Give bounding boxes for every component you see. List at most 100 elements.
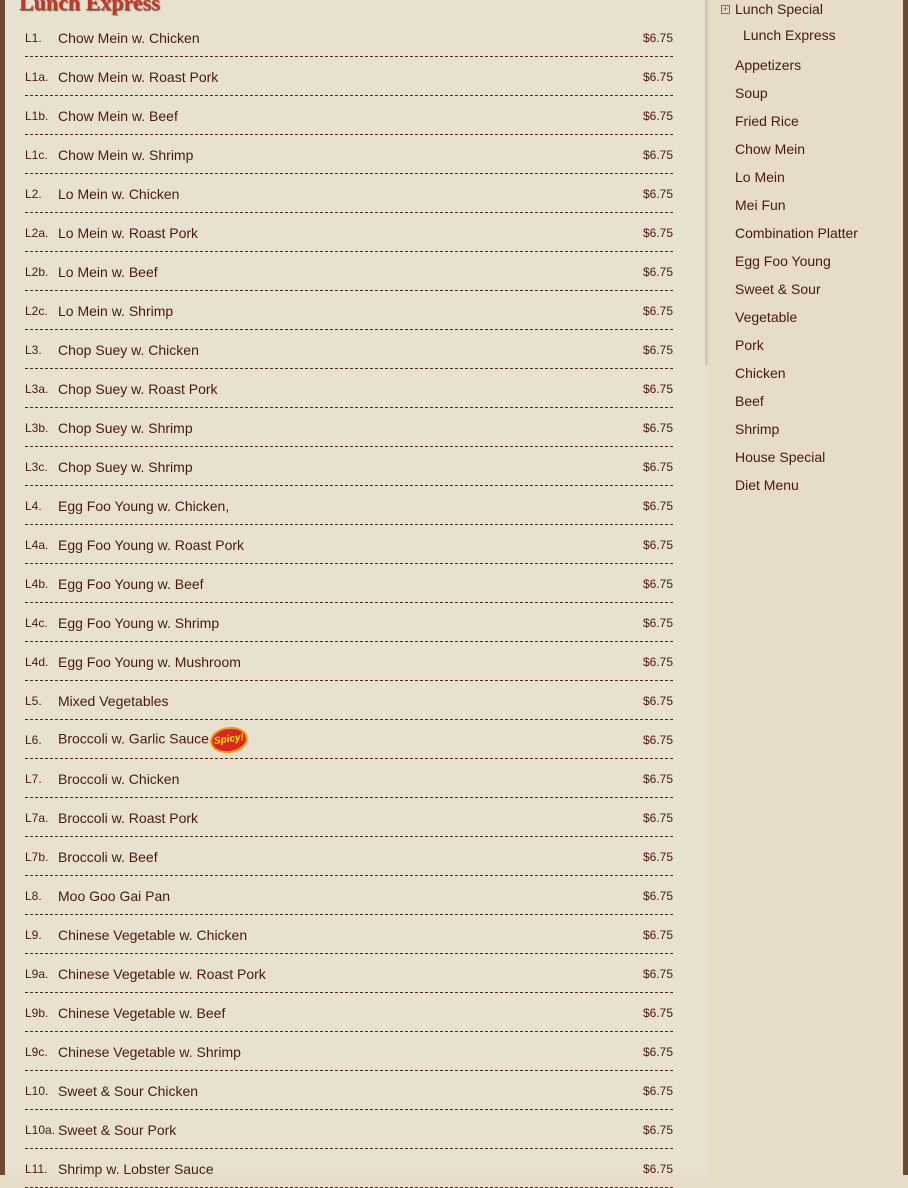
menu-item-row[interactable]: L4d. Egg Foo Young w. Mushroom $6.75 bbox=[25, 642, 673, 681]
item-name[interactable]: Moo Goo Gai Pan bbox=[58, 888, 170, 904]
sidebar-category-link[interactable]: Appetizers bbox=[735, 57, 801, 73]
item-name[interactable]: Broccoli w. Roast Pork bbox=[58, 810, 198, 826]
item-name[interactable]: Chinese Vegetable w. Beef bbox=[58, 1005, 225, 1021]
item-name[interactable]: Egg Foo Young w. Chicken, bbox=[58, 498, 229, 514]
item-code: L10a. bbox=[25, 1123, 56, 1137]
item-name[interactable]: Broccoli w. Chicken bbox=[58, 771, 179, 787]
menu-item-row[interactable]: L4c. Egg Foo Young w. Shrimp $6.75 bbox=[25, 603, 673, 642]
item-name[interactable]: Broccoli w. Garlic Sauce bbox=[58, 731, 209, 747]
sidebar-category-link[interactable]: Egg Foo Young bbox=[735, 253, 831, 269]
menu-item-row[interactable]: L1. Chow Mein w. Chicken $6.75 bbox=[25, 18, 673, 57]
menu-item-row[interactable]: L3b. Chop Suey w. Shrimp $6.75 bbox=[25, 408, 673, 447]
item-price: $6.75 bbox=[642, 109, 673, 123]
menu-item-row[interactable]: L6. Broccoli w. Garlic Sauce Spicy! $6.75 bbox=[25, 720, 673, 759]
item-code: L10. bbox=[25, 1084, 49, 1098]
menu-item-row[interactable]: L8. Moo Goo Gai Pan $6.75 bbox=[25, 876, 673, 915]
item-name[interactable]: Egg Foo Young w. Shrimp bbox=[58, 615, 219, 631]
menu-item-row[interactable]: L2. Lo Mein w. Chicken $6.75 bbox=[25, 174, 673, 213]
item-name[interactable]: Chop Suey w. Shrimp bbox=[58, 459, 193, 475]
menu-item-row[interactable]: L9b. Chinese Vegetable w. Beef $6.75 bbox=[25, 993, 673, 1032]
sidebar-item-lunch-special[interactable]: Lunch Special bbox=[735, 1, 823, 17]
spicy-icon: Spicy! bbox=[210, 726, 248, 754]
item-name[interactable]: Broccoli w. Beef bbox=[58, 849, 158, 865]
item-code: L7b. bbox=[25, 850, 49, 864]
item-name[interactable]: Lo Mein w. Shrimp bbox=[58, 303, 173, 319]
sidebar-category-link[interactable]: Soup bbox=[735, 85, 768, 101]
item-name[interactable]: Chop Suey w. Shrimp bbox=[58, 420, 193, 436]
item-name[interactable]: Chop Suey w. Roast Pork bbox=[58, 381, 218, 397]
menu-item-row[interactable]: L3. Chop Suey w. Chicken $6.75 bbox=[25, 330, 673, 369]
menu-item-row[interactable]: L7. Broccoli w. Chicken $6.75 bbox=[25, 759, 673, 798]
sidebar-category-link[interactable]: Vegetable bbox=[735, 309, 797, 325]
item-name[interactable]: Chow Mein w. Beef bbox=[58, 108, 178, 124]
item-name[interactable]: Egg Foo Young w. Beef bbox=[58, 576, 204, 592]
menu-item-row[interactable]: L2a. Lo Mein w. Roast Pork $6.75 bbox=[25, 213, 673, 252]
sidebar-category-link[interactable]: Beef bbox=[735, 393, 764, 409]
item-name[interactable]: Lo Mein w. Beef bbox=[58, 264, 158, 280]
sidebar-category-link[interactable]: Combination Platter bbox=[735, 225, 858, 241]
item-name[interactable]: Chinese Vegetable w. Chicken bbox=[58, 927, 247, 943]
sidebar-category-link[interactable]: Diet Menu bbox=[735, 477, 799, 493]
item-code: L9b. bbox=[25, 1006, 49, 1020]
menu-item-row[interactable]: L2c. Lo Mein w. Shrimp $6.75 bbox=[25, 291, 673, 330]
item-name[interactable]: Chinese Vegetable w. Shrimp bbox=[58, 1044, 241, 1060]
item-code: L4b. bbox=[25, 577, 49, 591]
menu-item-row[interactable]: L7b. Broccoli w. Beef $6.75 bbox=[25, 837, 673, 876]
menu-item-row[interactable]: L2b. Lo Mein w. Beef $6.75 bbox=[25, 252, 673, 291]
sidebar-category-link[interactable]: Shrimp bbox=[735, 421, 779, 437]
page-title: Lunch Express bbox=[19, 0, 160, 15]
item-name[interactable]: Lo Mein w. Chicken bbox=[58, 186, 179, 202]
sidebar-category-link[interactable]: Fried Rice bbox=[735, 113, 799, 129]
item-name[interactable]: Chow Mein w. Chicken bbox=[58, 30, 200, 46]
menu-item-row[interactable]: L9. Chinese Vegetable w. Chicken $6.75 bbox=[25, 915, 673, 954]
item-code: L4. bbox=[25, 499, 42, 513]
menu-item-row[interactable]: L1c. Chow Mein w. Shrimp $6.75 bbox=[25, 135, 673, 174]
sidebar-category-link[interactable]: Sweet & Sour bbox=[735, 281, 821, 297]
item-name[interactable]: Chinese Vegetable w. Roast Pork bbox=[58, 966, 266, 982]
item-price: $6.75 bbox=[642, 538, 673, 552]
item-code: L3a. bbox=[25, 382, 49, 396]
menu-item-row[interactable]: L4b. Egg Foo Young w. Beef $6.75 bbox=[25, 564, 673, 603]
menu-item-row[interactable]: L10. Sweet & Sour Chicken $6.75 bbox=[25, 1071, 673, 1110]
sidebar-category-link[interactable]: Pork bbox=[735, 337, 764, 353]
expand-icon[interactable]: + bbox=[721, 5, 730, 14]
item-name[interactable]: Sweet & Sour Chicken bbox=[58, 1083, 198, 1099]
item-price: $6.75 bbox=[642, 1045, 673, 1059]
item-price: $6.75 bbox=[642, 694, 673, 708]
item-code: L8. bbox=[25, 889, 42, 903]
menu-item-row[interactable]: L9c. Chinese Vegetable w. Shrimp $6.75 bbox=[25, 1032, 673, 1071]
item-name[interactable]: Chow Mein w. Roast Pork bbox=[58, 69, 218, 85]
right-frame bbox=[903, 0, 908, 1175]
item-name[interactable]: Egg Foo Young w. Roast Pork bbox=[58, 537, 244, 553]
menu-item-row[interactable]: L5. Mixed Vegetables $6.75 bbox=[25, 681, 673, 720]
item-code: L4a. bbox=[25, 538, 49, 552]
sidebar-category-link[interactable]: Chow Mein bbox=[735, 141, 805, 157]
menu-item-row[interactable]: L3a. Chop Suey w. Roast Pork $6.75 bbox=[25, 369, 673, 408]
item-code: L6. bbox=[25, 733, 42, 747]
item-name[interactable]: Sweet & Sour Pork bbox=[58, 1122, 176, 1138]
sidebar-category-link[interactable]: Chicken bbox=[735, 365, 786, 381]
menu-item-row[interactable]: L1b. Chow Mein w. Beef $6.75 bbox=[25, 96, 673, 135]
menu-item-row[interactable]: L10a. Sweet & Sour Pork $6.75 bbox=[25, 1110, 673, 1149]
item-name[interactable]: Chop Suey w. Chicken bbox=[58, 342, 199, 358]
sidebar-category-link[interactable]: Mei Fun bbox=[735, 197, 786, 213]
menu-item-row[interactable]: L1a. Chow Mein w. Roast Pork $6.75 bbox=[25, 57, 673, 96]
menu-item-row[interactable]: L7a. Broccoli w. Roast Pork $6.75 bbox=[25, 798, 673, 837]
item-name[interactable]: Egg Foo Young w. Mushroom bbox=[58, 654, 241, 670]
item-name[interactable]: Mixed Vegetables bbox=[58, 693, 169, 709]
menu-item-row[interactable]: L4. Egg Foo Young w. Chicken, $6.75 bbox=[25, 486, 673, 525]
item-name[interactable]: Chow Mein w. Shrimp bbox=[58, 147, 193, 163]
sidebar-category-link[interactable]: Lo Mein bbox=[735, 169, 785, 185]
sidebar-category-link[interactable]: House Special bbox=[735, 449, 825, 465]
menu-item-row[interactable]: L11. Shrimp w. Lobster Sauce $6.75 bbox=[25, 1149, 673, 1188]
item-code: L2. bbox=[25, 187, 42, 201]
menu-item-row[interactable]: L9a. Chinese Vegetable w. Roast Pork $6.75 bbox=[25, 954, 673, 993]
menu-item-row[interactable]: L3c. Chop Suey w. Shrimp $6.75 bbox=[25, 447, 673, 486]
item-code: L4d. bbox=[25, 655, 49, 669]
item-code: L2a. bbox=[25, 226, 49, 240]
menu-item-row[interactable]: L4a. Egg Foo Young w. Roast Pork $6.75 bbox=[25, 525, 673, 564]
sidebar-item-lunch-express[interactable]: Lunch Express bbox=[743, 27, 836, 43]
item-code: L4c. bbox=[25, 616, 48, 630]
item-price: $6.75 bbox=[642, 928, 673, 942]
item-name[interactable]: Lo Mein w. Roast Pork bbox=[58, 225, 198, 241]
